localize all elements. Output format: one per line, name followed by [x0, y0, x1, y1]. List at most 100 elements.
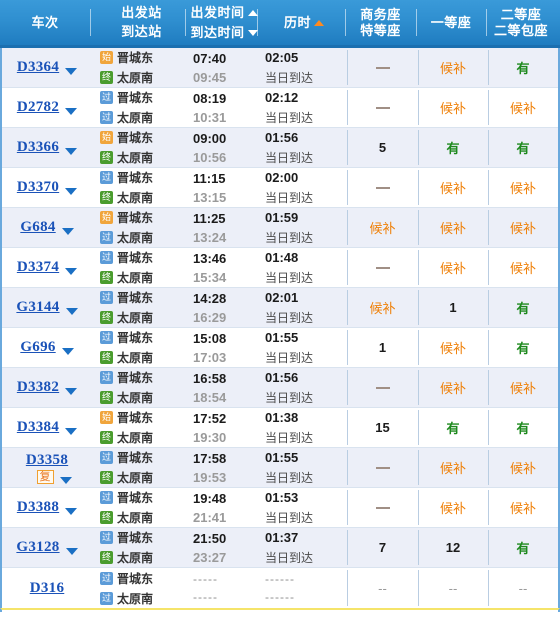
header-times[interactable]: 出发时间 到达时间 [185, 0, 258, 45]
seat-status-second[interactable]: 候补 [510, 98, 536, 117]
business-seat-cell[interactable]: 7 [347, 528, 418, 567]
header-first-class-seat[interactable]: 一等座 [416, 0, 486, 45]
seat-status-first[interactable]: 候补 [440, 98, 466, 117]
first-class-seat-cell[interactable]: 有 [418, 408, 488, 447]
seat-status-first[interactable]: 候补 [440, 258, 466, 277]
seat-status-second[interactable]: 候补 [510, 498, 536, 517]
train-number-link[interactable]: G684 [20, 219, 55, 236]
table-row[interactable]: D2782 过晋城东过太原南 08:19 10:31 02:12 当日到达 候补 候补 [2, 88, 558, 128]
table-row[interactable]: G3128 过晋城东终太原南 21:50 23:27 01:37 当日到达 7 12 有 [2, 528, 558, 568]
second-class-seat-cell[interactable]: 有 [488, 128, 558, 167]
expand-train-details-icon[interactable] [65, 428, 78, 435]
seat-status-first[interactable]: 候补 [440, 218, 466, 237]
expand-train-details-icon[interactable] [65, 268, 78, 275]
train-number-link[interactable]: G3144 [16, 299, 59, 316]
train-number-link[interactable]: G3128 [16, 539, 59, 556]
seat-status-second[interactable]: 有 [516, 338, 529, 357]
train-number-link[interactable]: D3364 [17, 59, 59, 76]
first-class-seat-cell[interactable]: 候补 [418, 328, 488, 367]
expand-train-details-icon[interactable] [65, 508, 78, 515]
table-row[interactable]: D3382 过晋城东终太原南 16:58 18:54 01:56 当日到达 候补 候补 [2, 368, 558, 408]
seat-status-business[interactable]: 7 [379, 540, 386, 555]
second-class-seat-cell[interactable]: 有 [488, 408, 558, 447]
seat-status-first[interactable]: 有 [446, 418, 459, 437]
second-class-seat-cell[interactable]: 候补 [488, 488, 558, 527]
second-class-seat-cell[interactable]: 有 [488, 328, 558, 367]
first-class-seat-cell[interactable]: 有 [418, 128, 488, 167]
expand-train-details-icon[interactable] [65, 188, 78, 195]
train-number-link[interactable]: D3358 [26, 452, 68, 469]
header-train-number[interactable]: 车次 [0, 0, 90, 45]
first-class-seat-cell[interactable]: 12 [418, 528, 488, 567]
seat-status-first[interactable]: 12 [446, 540, 460, 555]
business-seat-cell[interactable] [347, 48, 418, 87]
seat-status-business[interactable]: 15 [375, 420, 389, 435]
seat-status-first[interactable]: 候补 [440, 458, 466, 477]
seat-status-business[interactable]: 候补 [369, 298, 395, 317]
table-row[interactable]: D3374 过晋城东终太原南 13:46 15:34 01:48 当日到达 候补 候补 [2, 248, 558, 288]
second-class-seat-cell[interactable]: 有 [488, 48, 558, 87]
second-class-seat-cell[interactable]: 候补 [488, 208, 558, 247]
first-class-seat-cell[interactable]: 候补 [418, 448, 488, 487]
sort-ascending-active-icon[interactable] [314, 19, 324, 26]
first-class-seat-cell[interactable]: 候补 [418, 48, 488, 87]
expand-train-details-icon[interactable] [61, 348, 74, 355]
expand-train-details-icon[interactable] [61, 228, 74, 235]
train-number-link[interactable]: D316 [30, 580, 65, 597]
business-seat-cell[interactable]: -- [347, 568, 418, 608]
first-class-seat-cell[interactable]: 候补 [418, 208, 488, 247]
second-class-seat-cell[interactable]: 有 [488, 288, 558, 327]
seat-status-first[interactable]: 候补 [440, 338, 466, 357]
second-class-seat-cell[interactable]: 有 [488, 528, 558, 567]
business-seat-cell[interactable] [347, 168, 418, 207]
seat-status-first[interactable]: 有 [446, 138, 459, 157]
train-number-link[interactable]: G696 [20, 339, 55, 356]
second-class-seat-cell[interactable]: 候补 [488, 448, 558, 487]
second-class-seat-cell[interactable]: 候补 [488, 368, 558, 407]
table-row[interactable]: G684 始晋城东过太原南 11:25 13:24 01:59 当日到达 候补 候补 候补 [2, 208, 558, 248]
first-class-seat-cell[interactable]: 候补 [418, 168, 488, 207]
table-row[interactable]: G696 过晋城东终太原南 15:08 17:03 01:55 当日到达 1 候补 有 [2, 328, 558, 368]
first-class-seat-cell[interactable]: 候补 [418, 88, 488, 127]
seat-status-first[interactable]: 候补 [440, 58, 466, 77]
seat-status-second[interactable]: 候补 [510, 258, 536, 277]
business-seat-cell[interactable]: 候补 [347, 288, 418, 327]
business-seat-cell[interactable]: 候补 [347, 208, 418, 247]
seat-status-first[interactable]: 候补 [440, 378, 466, 397]
header-second-class-seat[interactable]: 二等座 二等包座 [486, 0, 556, 45]
seat-status-first[interactable]: 1 [449, 300, 456, 315]
seat-status-second[interactable]: 有 [516, 138, 529, 157]
expand-train-details-icon[interactable] [65, 108, 78, 115]
table-row[interactable]: D3384 始晋城东终太原南 17:52 19:30 01:38 当日到达 15 有 有 [2, 408, 558, 448]
business-seat-cell[interactable]: 15 [347, 408, 418, 447]
table-row[interactable]: G3144 过晋城东终太原南 14:28 16:29 02:01 当日到达 候补 1 有 [2, 288, 558, 328]
table-row[interactable]: D3366 始晋城东终太原南 09:00 10:56 01:56 当日到达 5 有 有 [2, 128, 558, 168]
second-class-seat-cell[interactable]: 候补 [488, 248, 558, 287]
header-business-seat[interactable]: 商务座 特等座 [345, 0, 416, 45]
table-row[interactable]: D3364 始晋城东终太原南 07:40 09:45 02:05 当日到达 候补 有 [2, 48, 558, 88]
train-number-link[interactable]: D3370 [17, 179, 59, 196]
business-seat-cell[interactable] [347, 88, 418, 127]
second-class-seat-cell[interactable]: 候补 [488, 88, 558, 127]
expand-train-details-icon[interactable] [65, 308, 78, 315]
business-seat-cell[interactable]: 5 [347, 128, 418, 167]
seat-status-second[interactable]: 有 [516, 298, 529, 317]
first-class-seat-cell[interactable]: 候补 [418, 368, 488, 407]
expand-train-details-icon[interactable] [59, 476, 72, 484]
header-stations[interactable]: 出发站 到达站 [90, 0, 185, 45]
first-class-seat-cell[interactable]: 1 [418, 288, 488, 327]
train-number-link[interactable]: D3388 [17, 499, 59, 516]
table-row[interactable]: D3370 过晋城东终太原南 11:15 13:15 02:00 当日到达 候补 候补 [2, 168, 558, 208]
first-class-seat-cell[interactable]: 候补 [418, 488, 488, 527]
table-row[interactable]: D3388 过晋城东终太原南 19:48 21:41 01:53 当日到达 候补 候补 [2, 488, 558, 528]
train-number-link[interactable]: D3382 [17, 379, 59, 396]
table-row[interactable]: D316 过晋城东过太原南 ----- ----- ------ ------ -- -- -- [2, 568, 558, 608]
business-seat-cell[interactable] [347, 248, 418, 287]
seat-status-business[interactable]: 候补 [369, 218, 395, 237]
train-number-link[interactable]: D2782 [17, 99, 59, 116]
seat-status-second[interactable]: 有 [516, 418, 529, 437]
train-number-link[interactable]: D3366 [17, 139, 59, 156]
table-row[interactable]: D3358 复过晋城东终太原南 17:58 19:53 01:55 当日到达 候补 候补 [2, 448, 558, 488]
train-number-link[interactable]: D3384 [17, 419, 59, 436]
business-seat-cell[interactable] [347, 448, 418, 487]
